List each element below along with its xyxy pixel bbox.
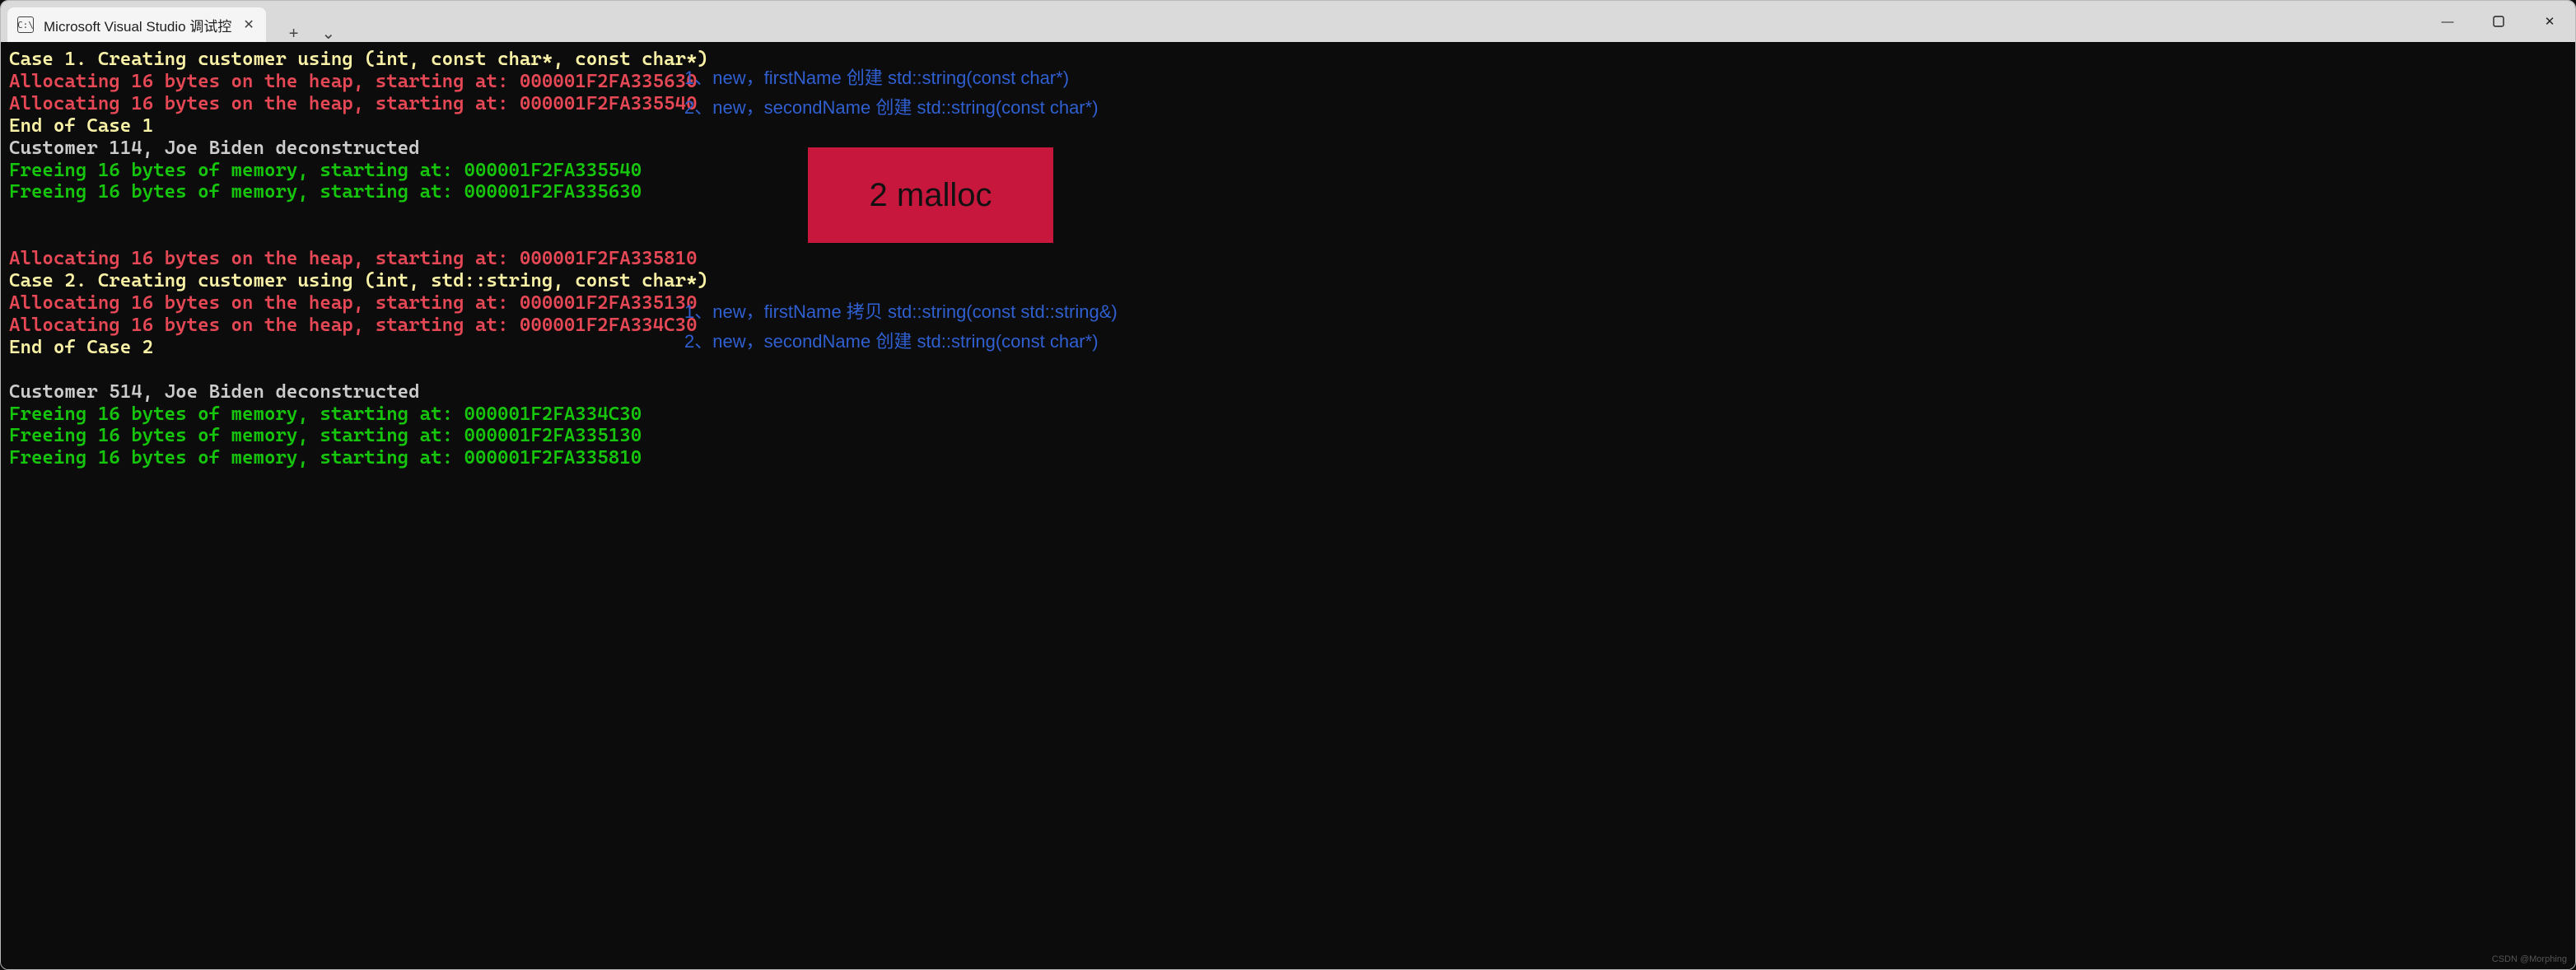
tab-actions: + ⌄ (266, 26, 335, 42)
terminal-line: End of Case 2 (9, 337, 708, 359)
terminal-line: Freeing 16 bytes of memory, starting at:… (9, 447, 708, 469)
terminal-line: Customer 114, Joe Biden deconstructed (9, 138, 708, 160)
maximize-button[interactable] (2473, 1, 2524, 42)
annotation-group-1: 1、new，firstName 创建 std::string(const cha… (684, 62, 1118, 121)
annotation-line: 1、new，firstName 创建 std::string(const cha… (684, 62, 1118, 91)
app-window: C:\ Microsoft Visual Studio 调试控 ✕ + ⌄ — … (0, 0, 2576, 970)
terminal-line (9, 226, 708, 248)
terminal-line: Allocating 16 bytes on the heap, startin… (9, 248, 708, 270)
terminal-line: Freeing 16 bytes of memory, starting at:… (9, 181, 708, 203)
terminal-line: End of Case 1 (9, 115, 708, 138)
tab-strip: C:\ Microsoft Visual Studio 调试控 ✕ + ⌄ (1, 1, 2422, 42)
terminal-line: Freeing 16 bytes of memory, starting at:… (9, 403, 708, 426)
terminal-line (9, 359, 708, 381)
terminal-output[interactable]: Case 1. Creating customer using (int, co… (1, 42, 716, 969)
terminal-line: Allocating 16 bytes on the heap, startin… (9, 71, 708, 93)
malloc-label: 2 malloc (870, 177, 992, 214)
terminal-line: Freeing 16 bytes of memory, starting at:… (9, 425, 708, 447)
close-window-button[interactable]: ✕ (2524, 1, 2575, 42)
terminal-icon: C:\ (17, 16, 34, 33)
watermark: CSDN @Morphing (2492, 954, 2567, 964)
terminal-line: Customer 514, Joe Biden deconstructed (9, 381, 708, 403)
close-tab-button[interactable]: ✕ (231, 16, 254, 33)
terminal-line: Allocating 16 bytes on the heap, startin… (9, 292, 708, 315)
annotation-line: 2、new，secondName 创建 std::string(const ch… (684, 325, 1118, 355)
tab-active[interactable]: C:\ Microsoft Visual Studio 调试控 ✕ (7, 7, 266, 42)
terminal-line: Allocating 16 bytes on the heap, startin… (9, 315, 708, 337)
terminal-line (9, 203, 708, 226)
new-tab-button[interactable]: + (289, 26, 299, 42)
malloc-highlight-box: 2 malloc (808, 147, 1053, 243)
maximize-icon (2493, 16, 2504, 27)
close-icon: ✕ (2545, 14, 2555, 29)
terminal-line: Case 1. Creating customer using (int, co… (9, 49, 708, 71)
content-area: Case 1. Creating customer using (int, co… (1, 42, 2575, 969)
minimize-button[interactable]: — (2422, 1, 2473, 42)
annotation-line: 2、new，secondName 创建 std::string(const ch… (684, 91, 1118, 121)
annotation-group-2: 1、new，firstName 拷贝 std::string(const std… (684, 296, 1118, 355)
terminal-line: Freeing 16 bytes of memory, starting at:… (9, 160, 708, 182)
tab-dropdown-button[interactable]: ⌄ (321, 26, 335, 42)
annotation-line: 1、new，firstName 拷贝 std::string(const std… (684, 296, 1118, 325)
window-controls: — ✕ (2422, 1, 2575, 42)
minimize-icon: — (2442, 15, 2454, 29)
terminal-line: Case 2. Creating customer using (int, st… (9, 270, 708, 292)
terminal-line: Allocating 16 bytes on the heap, startin… (9, 93, 708, 115)
tab-title: Microsoft Visual Studio 调试控 (44, 15, 231, 35)
titlebar: C:\ Microsoft Visual Studio 调试控 ✕ + ⌄ — … (1, 1, 2575, 42)
